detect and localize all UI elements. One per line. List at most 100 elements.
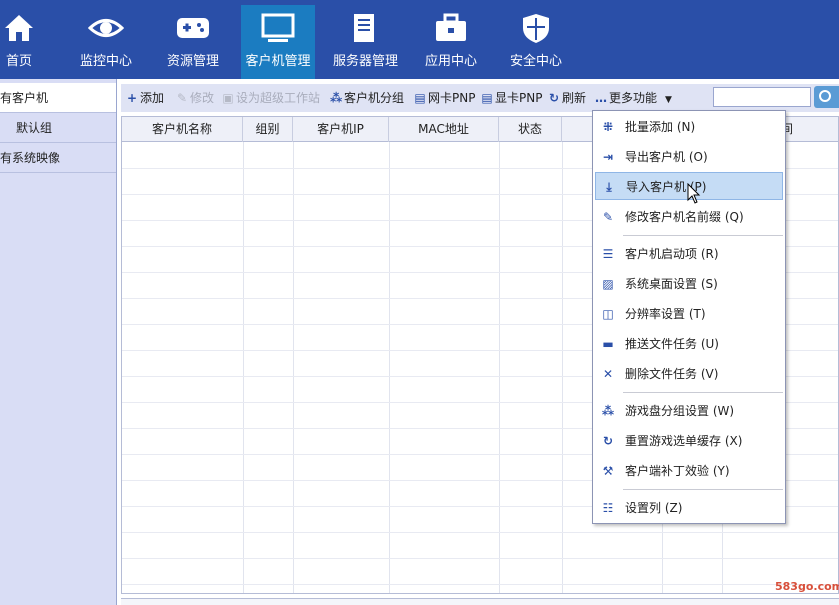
search-button[interactable] (814, 86, 839, 108)
column-header[interactable]: 组别 (243, 117, 293, 142)
menu-item-game-disk-group[interactable]: ⁂ 游戏盘分组设置 (W) (595, 397, 783, 425)
column-header[interactable]: 状态 (499, 117, 562, 142)
menu-item-label: 批量添加 (N) (625, 120, 696, 134)
nav-monitor-label: 监控中心 (79, 54, 132, 69)
list-icon: ☰ (602, 247, 614, 261)
more-functions-button[interactable]: … 更多功能 ▼ (595, 84, 672, 112)
nav-resource-label: 资源管理 (166, 54, 219, 69)
columns-icon: ☷ (602, 501, 614, 515)
client-group-button[interactable]: ⁂ 客户机分组 (330, 84, 404, 112)
reset-icon: ↻ (602, 434, 614, 448)
menu-item-export-clients[interactable]: ⇥ 导出客户机 (O) (595, 143, 783, 171)
more-functions-menu: ⁜ 批量添加 (N) ⇥ 导出客户机 (O) ⤓ 导入客户机 (P) ✎ 修改客户机名前… (592, 110, 786, 524)
edit-label: 修改 (190, 91, 215, 105)
client-tree-panel: 有客户机 默认组 有系统映像 (0, 79, 117, 605)
more-label: 更多功能 (609, 91, 658, 105)
search-input[interactable] (713, 87, 811, 107)
nav-home-label: 首页 (5, 54, 32, 69)
column-header[interactable]: 客户机名称 (122, 117, 243, 142)
edit-button[interactable]: ✎ 修改 (176, 84, 214, 112)
top-navigation-bar: 首页 监控中心 资源管理 客户机管理 服务器管理 应用中心 安全中心 (0, 0, 839, 79)
image-icon: ▨ (602, 277, 614, 291)
group-icon: ⁂ (330, 91, 343, 105)
nav-server-label: 服务器管理 (333, 54, 399, 69)
pencil-icon: ✎ (602, 210, 614, 224)
folder-icon: ▬ (602, 337, 614, 351)
horizontal-scrollbar[interactable] (121, 598, 839, 605)
group-label: 客户机分组 (344, 91, 405, 105)
nav-app-center[interactable]: 应用中心 (420, 5, 482, 79)
monitor-icon (261, 13, 295, 42)
nav-resource-management[interactable]: 资源管理 (162, 5, 224, 79)
menu-item-edit-name-prefix[interactable]: ✎ 修改客户机名前缀 (Q) (595, 203, 783, 231)
menu-item-set-columns[interactable]: ☷ 设置列 (Z) (595, 494, 783, 522)
column-header[interactable]: 客户机IP (293, 117, 389, 142)
menu-separator (623, 235, 783, 237)
table-row (122, 558, 838, 559)
home-icon (5, 15, 33, 41)
tree-item-label: 有系统映像 (0, 151, 61, 165)
menu-item-label: 系统桌面设置 (S) (625, 277, 718, 291)
group-icon: ⁂ (601, 404, 615, 418)
tree-item-label: 有客户机 (0, 91, 49, 105)
grid-line (293, 142, 294, 593)
nic-pnp-button[interactable]: ▤ 网卡PNP (414, 84, 475, 112)
refresh-icon: ↻ (548, 91, 560, 105)
tree-item-all-images[interactable]: 有系统映像 (0, 143, 116, 173)
menu-item-push-file-task[interactable]: ▬ 推送文件任务 (U) (595, 330, 783, 358)
nav-app-label: 应用中心 (424, 54, 477, 69)
set-super-workstation-button[interactable]: ▣ 设为超级工作站 (222, 84, 320, 112)
grid-line (562, 142, 563, 593)
menu-item-desktop-settings[interactable]: ▨ 系统桌面设置 (S) (595, 270, 783, 298)
grid-line (499, 142, 500, 593)
plus-icon: + (126, 91, 138, 105)
menu-item-label: 客户机启动项 (R) (625, 247, 719, 261)
nav-home[interactable]: 首页 (0, 5, 38, 79)
delete-icon: ✕ (602, 367, 614, 381)
menu-item-delete-file-task[interactable]: ✕ 删除文件任务 (V) (595, 360, 783, 388)
set-super-label: 设为超级工作站 (236, 91, 321, 105)
nic-pnp-label: 网卡PNP (428, 91, 476, 105)
gpu-pnp-label: 显卡PNP (495, 91, 543, 105)
refresh-button[interactable]: ↻ 刷新 (548, 84, 586, 112)
resolution-icon: ◫ (602, 307, 614, 321)
tree-item-default-group[interactable]: 默认组 (0, 113, 116, 143)
nav-server-management[interactable]: 服务器管理 (333, 5, 399, 79)
graphics-card-icon: ▤ (481, 91, 493, 105)
export-icon: ⇥ (602, 150, 614, 164)
import-icon: ⤓ (606, 180, 612, 194)
table-row (122, 532, 838, 533)
nav-security-label: 安全中心 (509, 54, 562, 69)
nav-client-management[interactable]: 客户机管理 (241, 5, 315, 79)
menu-item-patch-verify[interactable]: ⚒ 客户端补丁效验 (Y) (595, 457, 783, 485)
add-label: 添加 (140, 91, 165, 105)
gpu-pnp-button[interactable]: ▤ 显卡PNP (481, 84, 542, 112)
column-header[interactable]: MAC地址 (389, 117, 499, 142)
more-icon: … (595, 91, 607, 105)
menu-item-boot-items[interactable]: ☰ 客户机启动项 (R) (595, 240, 783, 268)
table-row (122, 584, 838, 585)
batch-add-icon: ⁜ (602, 120, 614, 134)
menu-item-resolution-settings[interactable]: ◫ 分辨率设置 (T) (595, 300, 783, 328)
watermark: 583go.com (775, 580, 839, 593)
tree-item-label: 默认组 (16, 121, 53, 135)
search-icon (819, 90, 831, 102)
menu-separator (623, 392, 783, 394)
eye-icon (88, 19, 124, 37)
tree-item-all-clients[interactable]: 有客户机 (0, 83, 116, 113)
wrench-icon: ⚒ (602, 464, 614, 478)
nav-client-label: 客户机管理 (245, 54, 311, 69)
menu-item-label: 推送文件任务 (U) (625, 337, 719, 351)
menu-item-reset-game-cache[interactable]: ↻ 重置游戏选单缓存 (X) (595, 427, 783, 455)
refresh-label: 刷新 (562, 91, 587, 105)
nav-monitor-center[interactable]: 监控中心 (75, 5, 137, 79)
add-button[interactable]: + 添加 (126, 84, 164, 112)
menu-item-batch-add[interactable]: ⁜ 批量添加 (N) (595, 113, 783, 141)
menu-item-label: 删除文件任务 (V) (625, 367, 719, 381)
grid-line (243, 142, 244, 593)
shield-icon (523, 14, 549, 43)
nav-security-center[interactable]: 安全中心 (505, 5, 567, 79)
server-icon (354, 14, 374, 42)
monitor-small-icon: ▣ (222, 91, 234, 105)
menu-item-label: 客户端补丁效验 (Y) (625, 464, 730, 478)
